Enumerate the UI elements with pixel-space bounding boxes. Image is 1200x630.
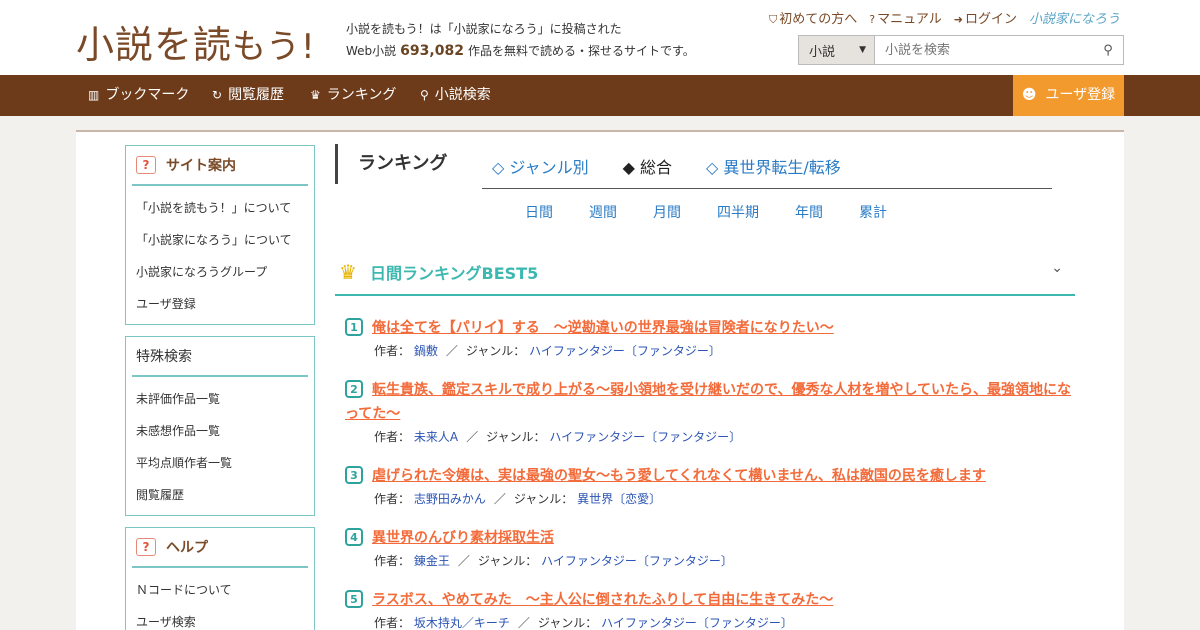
shield-icon: ⛉ bbox=[769, 13, 778, 26]
best5-title: 日間ランキングBEST5 bbox=[370, 264, 539, 283]
entry-meta: 作者： 志野田みかん／ジャンル： 異世界〔恋愛〕 bbox=[374, 492, 662, 506]
tagline-line1: 小説を読もう！は「小説家になろう」に投稿された bbox=[346, 22, 622, 36]
tab-overall[interactable]: ◆ 総合 bbox=[623, 154, 672, 178]
best5-header[interactable]: ♛ 日間ランキングBEST5 ⌄ bbox=[335, 254, 1075, 296]
sidebar-item-avg-score-authors[interactable]: 平均点順作者一覧 bbox=[136, 447, 314, 479]
dropdown-arrow-icon: ▼ bbox=[859, 45, 866, 55]
entry-meta: 作者： 坂木持丸／キーチ／ジャンル： ハイファンタジー〔ファンタジー〕 bbox=[374, 616, 793, 630]
tab-divider bbox=[482, 188, 1052, 189]
search-button[interactable]: ⚲ bbox=[1093, 36, 1123, 64]
entry-meta: 作者： 錬金王／ジャンル： ハイファンタジー〔ファンタジー〕 bbox=[374, 554, 733, 568]
tab-genre[interactable]: ◇ ジャンル別 bbox=[492, 154, 589, 178]
rank-number: 4 bbox=[345, 528, 363, 546]
main-nav: ▥ ブックマーク ↻ 閲覧履歴 ♛ ランキング ⚲ 小説検索 ☻ ユーザ登録 bbox=[0, 75, 1200, 116]
narou-partner-logo[interactable]: 小説家になろう bbox=[1029, 8, 1120, 27]
search-icon: ⚲ bbox=[420, 88, 429, 102]
special-search-box: 特殊検索 未評価作品一覧 未感想作品一覧 平均点順作者一覧 閲覧履歴 bbox=[125, 336, 315, 516]
search-bar: 小説▼ ⚲ bbox=[798, 35, 1124, 65]
login-icon: ➜ bbox=[953, 13, 963, 26]
chevron-down-icon[interactable]: ⌄ bbox=[1051, 260, 1063, 276]
novel-title-link[interactable]: 虐げられた令嬢は、実は最強の聖女～もう愛してくれなくて構いません、私は敵国の民を… bbox=[345, 464, 1075, 488]
register-button[interactable]: ☻ ユーザ登録 bbox=[1013, 75, 1124, 116]
crown-icon: ♛ bbox=[310, 88, 321, 102]
sidebar-item-no-review[interactable]: 未感想作品一覧 bbox=[136, 415, 314, 447]
sidebar-item-user-register[interactable]: ユーザ登録 bbox=[136, 288, 314, 320]
search-icon: ⚲ bbox=[1103, 42, 1113, 58]
author-link[interactable]: 志野田みかん bbox=[414, 492, 486, 506]
tagline-line2: Web小説 693,082 作品を無料で読める・探せるサイトです。 bbox=[346, 43, 695, 59]
period-daily[interactable]: 日間 bbox=[525, 202, 553, 222]
help-title: ヘルプ bbox=[166, 540, 208, 556]
novel-title-link[interactable]: 異世界のんびり素材採取生活 bbox=[345, 526, 1075, 550]
manual-link[interactable]: ? マニュアル bbox=[869, 8, 941, 27]
genre-link[interactable]: ハイファンタジー〔ファンタジー〕 bbox=[529, 344, 721, 358]
site-guide-box: ? サイト案内 「小説を読もう！」について 「小説家になろう」について 小説家にな… bbox=[125, 145, 315, 325]
genre-link[interactable]: ハイファンタジー〔ファンタジー〕 bbox=[541, 554, 733, 568]
genre-link[interactable]: 異世界〔恋愛〕 bbox=[577, 492, 661, 506]
search-input[interactable] bbox=[875, 36, 1093, 64]
work-count: 693,082 bbox=[400, 43, 464, 59]
entry-meta: 作者： 未来人A ／ジャンル： ハイファンタジー〔ファンタジー〕 bbox=[374, 430, 742, 444]
nav-ranking[interactable]: ♛ ランキング bbox=[310, 75, 396, 116]
question-icon: ? bbox=[136, 538, 156, 556]
first-time-link[interactable]: ⛉ 初めての方へ bbox=[769, 8, 857, 27]
history-icon: ↻ bbox=[212, 88, 223, 102]
help-circle-icon: ? bbox=[869, 13, 876, 26]
period-weekly[interactable]: 週間 bbox=[589, 202, 617, 222]
search-category-select[interactable]: 小説 ▼ bbox=[799, 36, 875, 64]
author-link[interactable]: 鍋敷 bbox=[414, 344, 438, 358]
author-link[interactable]: 錬金王 bbox=[414, 554, 450, 568]
rank-number: 2 bbox=[345, 380, 363, 398]
ranking-entry: 4 異世界のんびり素材採取生活 作者： 錬金王／ジャンル： ハイファンタジー〔フ… bbox=[345, 526, 1075, 569]
help-box: ? ヘルプ Ｎコードについて ユーザ検索 bbox=[125, 527, 315, 630]
nav-history[interactable]: ↻ 閲覧履歴 bbox=[212, 75, 284, 116]
rank-number: 5 bbox=[345, 590, 363, 608]
period-yearly[interactable]: 年間 bbox=[795, 202, 823, 222]
sidebar-item-about-yomou[interactable]: 「小説を読もう！」について bbox=[136, 192, 314, 224]
ranking-entry: 1 俺は全てを【パリイ】する 〜逆勘違いの世界最強は冒険者になりたい〜 作者： … bbox=[345, 316, 1075, 359]
ranking-entry: 2 転生貴族、鑑定スキルで成り上がる～弱小領地を受け継いだので、優秀な人材を増や… bbox=[345, 378, 1075, 445]
period-links: 日間 週間 月間 四半期 年間 累計 bbox=[525, 202, 887, 222]
user-icon: ☻ bbox=[1021, 87, 1037, 103]
rank-number: 3 bbox=[345, 466, 363, 484]
site-header: 小説を読もう! 小説を読もう！は「小説家になろう」に投稿された Web小説 693… bbox=[0, 0, 1200, 75]
period-monthly[interactable]: 月間 bbox=[653, 202, 681, 222]
author-link[interactable]: 坂木持丸／キーチ bbox=[414, 616, 510, 630]
tab-isekai[interactable]: ◇ 異世界転生/転移 bbox=[706, 154, 841, 178]
rank-number: 1 bbox=[345, 318, 363, 336]
main-panel: ? サイト案内 「小説を読もう！」について 「小説家になろう」について 小説家にな… bbox=[76, 130, 1124, 630]
entry-meta: 作者： 鍋敷／ジャンル： ハイファンタジー〔ファンタジー〕 bbox=[374, 344, 721, 358]
ranking-entry: 3 虐げられた令嬢は、実は最強の聖女～もう愛してくれなくて構いません、私は敵国の… bbox=[345, 464, 1075, 507]
special-search-title: 特殊検索 bbox=[136, 349, 192, 365]
question-icon: ? bbox=[136, 156, 156, 174]
novel-title-link[interactable]: 俺は全てを【パリイ】する 〜逆勘違いの世界最強は冒険者になりたい〜 bbox=[345, 316, 1075, 340]
crown-icon: ♛ bbox=[339, 260, 357, 284]
site-guide-title: サイト案内 bbox=[166, 158, 236, 174]
novel-title-link[interactable]: 転生貴族、鑑定スキルで成り上がる～弱小領地を受け継いだので、優秀な人材を増やして… bbox=[345, 378, 1075, 426]
nav-bookmark[interactable]: ▥ ブックマーク bbox=[88, 75, 189, 116]
genre-link[interactable]: ハイファンタジー〔ファンタジー〕 bbox=[601, 616, 793, 630]
sidebar-item-user-search[interactable]: ユーザ検索 bbox=[136, 606, 314, 630]
period-total[interactable]: 累計 bbox=[859, 202, 887, 222]
sidebar-item-about-narou[interactable]: 「小説家になろう」について bbox=[136, 224, 314, 256]
login-link[interactable]: ➜ ログイン bbox=[954, 8, 1017, 27]
site-tagline: 小説を読もう！は「小説家になろう」に投稿された Web小説 693,082 作品を無… bbox=[346, 18, 695, 62]
sidebar-item-ncode[interactable]: Ｎコードについて bbox=[136, 574, 314, 606]
ranking-tabs: ◇ ジャンル別 ◆ 総合 ◇ 異世界転生/転移 bbox=[492, 154, 841, 178]
site-logo[interactable]: 小説を読もう! bbox=[76, 14, 316, 69]
novel-title-link[interactable]: ラスボス、やめてみた ～主人公に倒されたふりして自由に生きてみた～ bbox=[345, 588, 1075, 612]
bookmark-icon: ▥ bbox=[88, 88, 100, 102]
top-links: ⛉ 初めての方へ ? マニュアル ➜ ログイン 小説家になろう bbox=[769, 8, 1120, 27]
sidebar-item-narou-group[interactable]: 小説家になろうグループ bbox=[136, 256, 314, 288]
ranking-entry: 5 ラスボス、やめてみた ～主人公に倒されたふりして自由に生きてみた～ 作者： … bbox=[345, 588, 1075, 630]
ranking-title: ランキング bbox=[335, 144, 447, 184]
sidebar-item-view-history[interactable]: 閲覧履歴 bbox=[136, 479, 314, 511]
nav-search[interactable]: ⚲ 小説検索 bbox=[420, 75, 491, 116]
author-link[interactable]: 未来人A bbox=[414, 430, 458, 444]
sidebar-item-unrated[interactable]: 未評価作品一覧 bbox=[136, 383, 314, 415]
period-quarterly[interactable]: 四半期 bbox=[717, 202, 759, 222]
genre-link[interactable]: ハイファンタジー〔ファンタジー〕 bbox=[549, 430, 741, 444]
